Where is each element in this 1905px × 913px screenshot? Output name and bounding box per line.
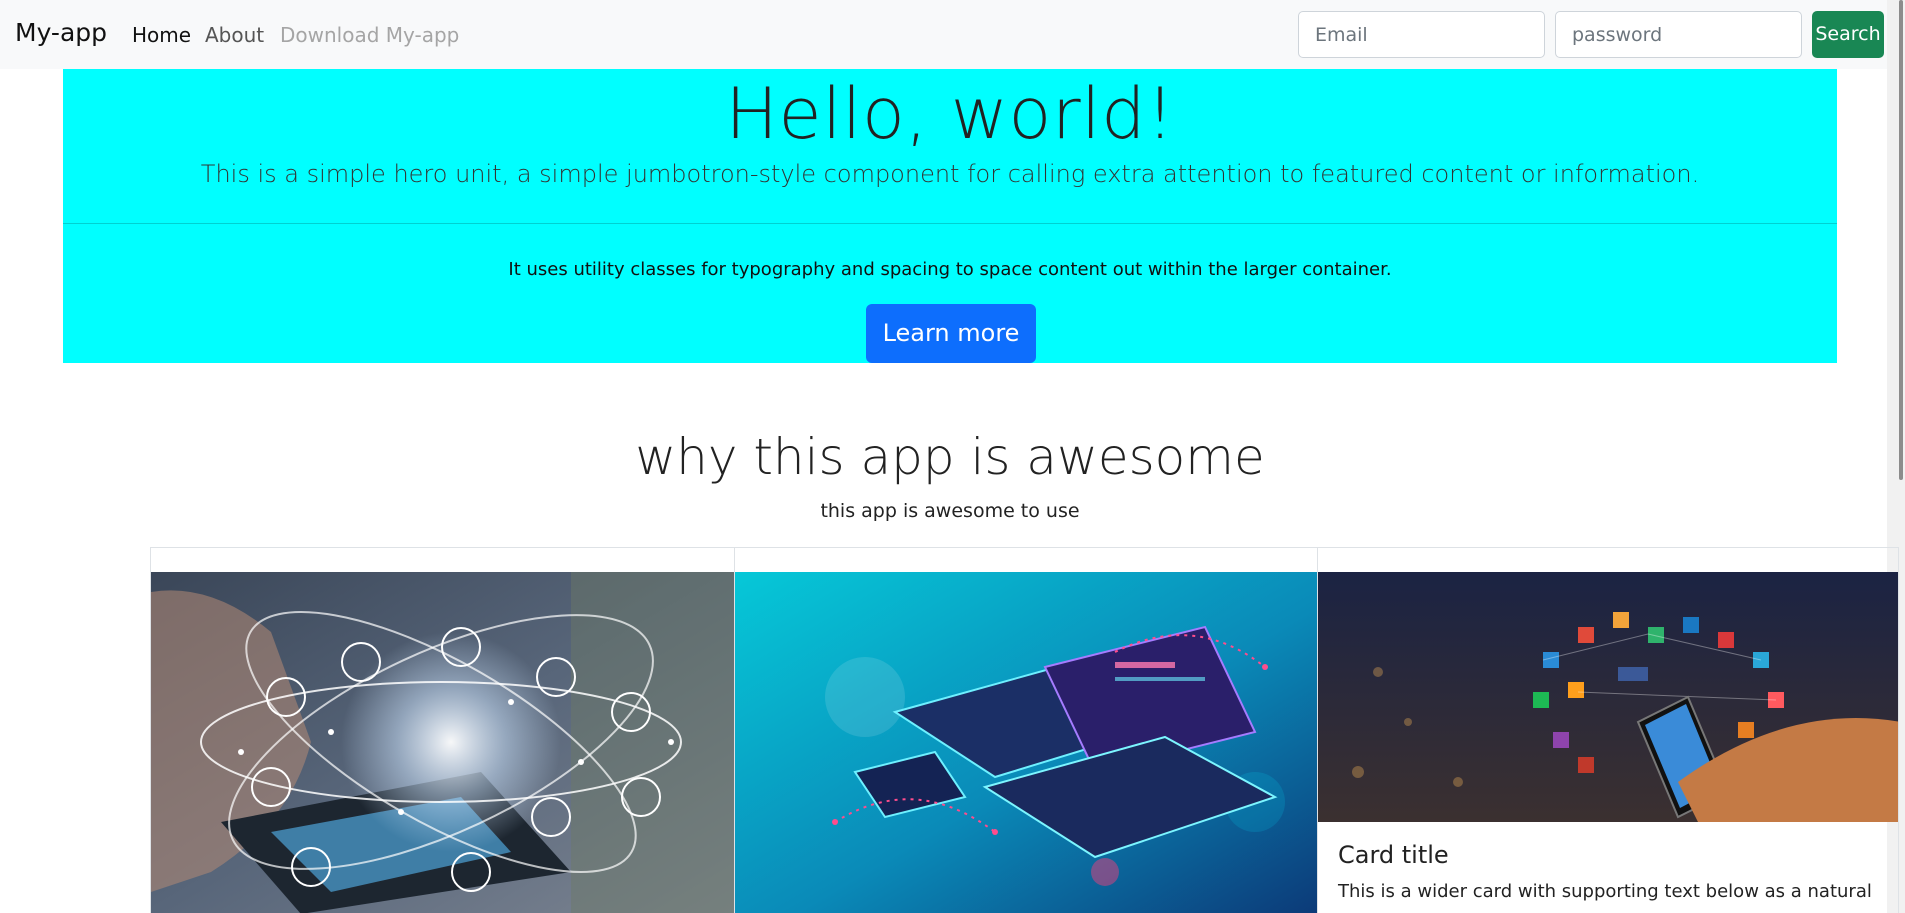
password-input[interactable] [1555,11,1802,58]
hero-lead-text: This is a simple hero unit, a simple jum… [200,160,1700,188]
nav-home-link[interactable]: Home [132,23,191,47]
card-group: Card title This is a wider card with sup… [150,547,1899,913]
card-text: This is a wider card with supporting tex… [1338,881,1872,902]
isometric-devices-image [735,572,1317,913]
hand-phone-social-icons-image [1318,572,1898,822]
hero-title: Hello, world! [725,73,1175,155]
brand-logo[interactable]: My-app [15,18,107,47]
hero-body-text: It uses utility classes for typography a… [508,259,1392,280]
search-button[interactable]: Search [1812,11,1884,58]
section-subtitle: this app is awesome to use [820,500,1080,522]
navbar: My-app Home About Download My-app Search [0,0,1887,69]
scrollbar-thumb[interactable] [1899,0,1903,480]
email-input[interactable] [1298,11,1545,58]
section-title: why this app is awesome [635,428,1265,486]
card-body: Card title This is a wider card with sup… [1338,841,1880,902]
hero-jumbotron: Hello, world! This is a simple hero unit… [63,69,1837,363]
card-social: Card title This is a wider card with sup… [1317,548,1898,913]
nav-about-link[interactable]: About [205,23,264,47]
card-devices [734,548,1317,913]
hero-divider [63,223,1837,224]
learn-more-button[interactable]: Learn more [866,304,1036,363]
card-title: Card title [1338,841,1449,869]
smartphone-network-icons-image [151,572,734,913]
card-network [151,548,734,913]
nav-download-link[interactable]: Download My-app [280,23,459,47]
